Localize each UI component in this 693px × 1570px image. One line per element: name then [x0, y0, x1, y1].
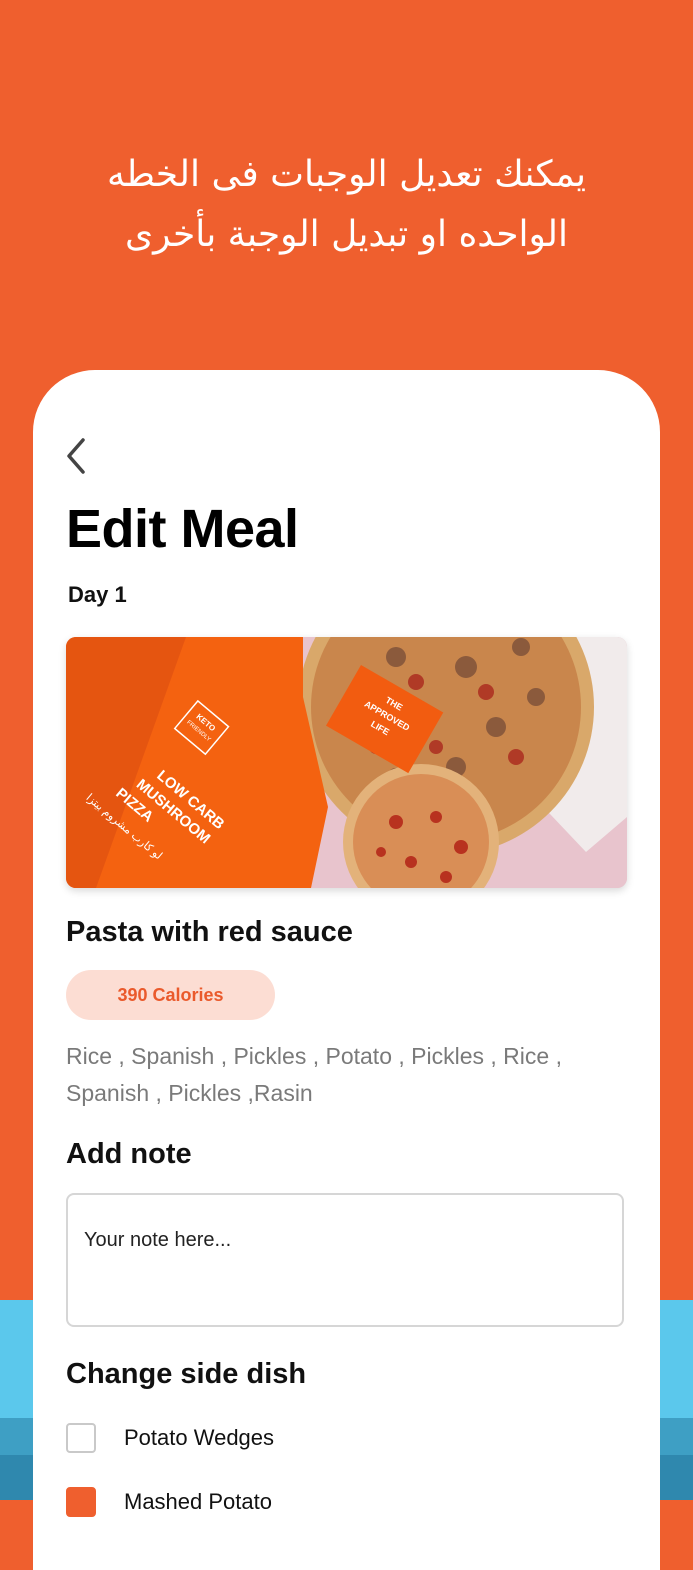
meal-name: Pasta with red sauce	[66, 916, 353, 948]
side-option-potato-wedges[interactable]: Potato Wedges	[66, 1420, 274, 1456]
side-option-label: Mashed Potato	[124, 1489, 272, 1514]
promo-headline-line2: الواحده او تبديل الوجبة بأخرى	[124, 214, 569, 255]
checkbox-unchecked[interactable]	[66, 1423, 96, 1453]
page-title: Edit Meal	[66, 499, 299, 559]
promo-headline: يمكنك تعديل الوجبات فى الخطه الواحده او …	[0, 145, 693, 265]
ingredients-line2: Spanish , Pickles ,Rasin	[66, 1080, 313, 1106]
change-side-dish-heading: Change side dish	[66, 1358, 307, 1390]
side-option-label: Potato Wedges	[124, 1425, 275, 1450]
note-input[interactable]	[66, 1193, 624, 1327]
day-label: Day 1	[68, 582, 127, 607]
ingredients-list: Rice , Spanish , Pickles , Potato , Pick…	[66, 1038, 626, 1112]
back-arrow-icon[interactable]	[63, 436, 93, 476]
phone-screen-card: Edit Meal Day 1 THE APPROVED LIFE KETO F…	[33, 370, 660, 1570]
calories-badge: 390 Calories	[66, 970, 275, 1020]
meal-image: THE APPROVED LIFE KETO FRIENDLY LOW CARB…	[66, 637, 627, 888]
add-note-heading: Add note	[66, 1138, 192, 1170]
side-option-mashed-potato[interactable]: Mashed Potato	[66, 1484, 272, 1520]
promo-headline-line1: يمكنك تعديل الوجبات فى الخطه	[106, 154, 587, 195]
checkbox-checked[interactable]	[66, 1487, 96, 1517]
ingredients-line1: Rice , Spanish , Pickles , Potato , Pick…	[66, 1043, 562, 1069]
pizza-box-illustration: THE APPROVED LIFE KETO FRIENDLY LOW CARB…	[66, 637, 627, 888]
